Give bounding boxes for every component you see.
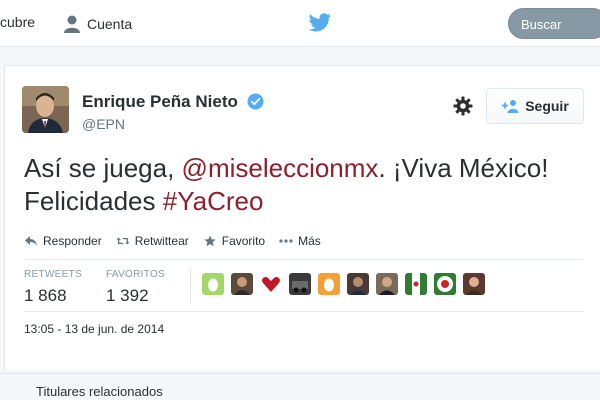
divider <box>24 259 584 260</box>
favoriter-avatar[interactable] <box>463 273 485 295</box>
person-icon <box>64 15 80 33</box>
divider <box>24 311 584 312</box>
nav-cuenta-label: Cuenta <box>87 16 133 32</box>
reply-button[interactable]: Responder <box>24 234 102 248</box>
favorite-label: Favorito <box>221 234 266 248</box>
favoriter-avatar[interactable] <box>405 273 427 295</box>
favoriter-avatar[interactable] <box>318 273 340 295</box>
retweet-button[interactable]: Retwittear <box>116 234 189 248</box>
verified-badge-icon <box>247 93 264 110</box>
mention-link[interactable]: @miseleccionmx <box>182 153 379 183</box>
favorites-label: FAVORITOS <box>106 269 166 280</box>
retweet-icon <box>116 237 130 245</box>
reply-icon <box>25 236 37 246</box>
nav-descubre[interactable]: cubre <box>0 14 35 30</box>
favorites-stat[interactable]: FAVORITOS 1 392 <box>106 269 165 306</box>
nav-cuenta[interactable]: Cuenta <box>62 14 132 34</box>
related-headlines-title: Titulares relacionados <box>36 384 163 399</box>
hashtag-link[interactable]: #YaCreo <box>163 186 264 216</box>
more-button[interactable]: Más <box>279 234 321 248</box>
tweet-timestamp[interactable]: 13:05 - 13 de jun. de 2014 <box>24 322 164 336</box>
retweets-count: 1 868 <box>24 286 67 305</box>
favoriter-avatar[interactable] <box>347 273 369 295</box>
search-input[interactable]: Buscar <box>508 8 600 39</box>
favoriter-avatar[interactable] <box>434 273 456 295</box>
tweet-actions: Responder Retwittear Favorito Más <box>24 234 335 248</box>
favoriter-avatar[interactable] <box>202 273 224 295</box>
tweet-text: Así se juega, @miseleccionmx. ¡Viva Méxi… <box>24 152 584 218</box>
favoriters-avatars <box>202 273 492 295</box>
more-icon <box>279 239 293 243</box>
gear-icon[interactable] <box>453 96 473 116</box>
add-user-icon <box>502 100 519 113</box>
favoriter-avatar[interactable] <box>231 273 253 295</box>
star-icon <box>203 235 216 247</box>
more-label: Más <box>298 234 321 248</box>
follow-button-label: Seguir <box>525 98 569 114</box>
tweet-text-intro: Así se juega, <box>24 153 182 183</box>
top-nav-bar: cubre Cuenta Buscar <box>0 0 600 47</box>
retweets-stat[interactable]: RETWEETS 1 868 <box>24 269 82 306</box>
author-name[interactable]: Enrique Peña Nieto <box>82 92 238 112</box>
favoriter-avatar[interactable] <box>289 273 311 295</box>
stats-separator <box>190 268 191 304</box>
retweets-label: RETWEETS <box>24 269 82 280</box>
reply-label: Responder <box>43 234 102 248</box>
avatar-image <box>22 86 69 133</box>
favorites-count: 1 392 <box>106 286 149 305</box>
author-avatar[interactable] <box>22 86 69 133</box>
favorite-button[interactable]: Favorito <box>203 234 265 248</box>
retweet-label: Retwittear <box>134 234 189 248</box>
twitter-bird-icon[interactable] <box>308 13 332 33</box>
follow-button[interactable]: Seguir <box>486 88 584 124</box>
favoriter-avatar[interactable] <box>376 273 398 295</box>
search-placeholder: Buscar <box>521 17 562 32</box>
favoriter-avatar[interactable] <box>260 273 282 295</box>
author-handle[interactable]: @EPN <box>82 116 125 132</box>
